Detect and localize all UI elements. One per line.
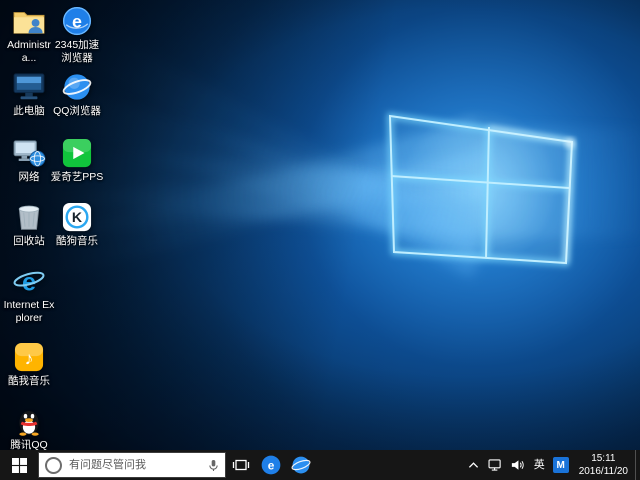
task-view-button[interactable] — [226, 450, 256, 480]
clock-time: 15:11 — [579, 452, 628, 465]
search-input[interactable] — [67, 458, 203, 472]
ime-tray-button[interactable]: M — [550, 450, 572, 480]
kuwo-music-icon: ♪ — [14, 342, 44, 372]
icon-label: 酷狗音乐 — [56, 235, 98, 248]
windows-desktop-screen: Administra... e 2345加速浏览器 — [0, 0, 640, 480]
task-view-icon — [232, 458, 250, 472]
computer-icon — [12, 72, 46, 102]
start-button[interactable] — [0, 450, 38, 480]
icon-label: 回收站 — [13, 235, 45, 248]
2345-browser-icon: e — [62, 6, 92, 36]
ime-icon: M — [553, 457, 569, 473]
desktop-icon-recycle-bin[interactable]: 回收站 — [2, 202, 56, 248]
iqiyi-pps-icon — [62, 138, 92, 168]
kugou-music-icon: K — [62, 202, 92, 232]
taskbar-clock[interactable]: 15:11 2016/11/20 — [572, 452, 635, 478]
recycle-bin-icon — [13, 202, 45, 232]
desktop-icon-internet-explorer[interactable]: e Internet Explorer — [2, 266, 56, 324]
internet-explorer-icon: e — [12, 266, 46, 296]
svg-text:e: e — [268, 458, 275, 472]
network-globe-icon — [12, 138, 46, 168]
speaker-icon — [510, 459, 525, 471]
network-tray-button[interactable] — [485, 450, 507, 480]
microphone-icon[interactable] — [208, 459, 219, 472]
desktop-icon-iqiyi-pps[interactable]: 爱奇艺PPS — [50, 138, 104, 184]
qq-browser-icon — [62, 72, 92, 102]
language-indicator[interactable]: 英 — [529, 450, 550, 480]
taskbar-app-2345-browser[interactable]: e — [256, 450, 286, 480]
windows-logo-icon — [12, 458, 27, 473]
kuwo-glyph: ♪ — [25, 349, 34, 369]
desktop-icon-tencent-qq[interactable]: 腾讯QQ — [2, 406, 56, 452]
icon-label: 此电脑 — [13, 105, 45, 118]
clock-date: 2016/11/20 — [579, 465, 628, 478]
icon-label: 爱奇艺PPS — [51, 171, 104, 184]
desktop-icon-network[interactable]: 网络 — [2, 138, 56, 184]
cortana-icon — [45, 457, 62, 474]
icon-label: 2345加速浏览器 — [50, 39, 104, 64]
desktop-icon-qq-browser[interactable]: QQ浏览器 — [50, 72, 104, 118]
desktop-icon-this-pc[interactable]: 此电脑 — [2, 72, 56, 118]
qq-penguin-icon — [15, 406, 43, 436]
2345-browser-icon: e — [261, 455, 281, 475]
icon-label: 网络 — [19, 171, 40, 184]
volume-tray-button[interactable] — [507, 450, 529, 480]
desktop-icon-kuwo-music[interactable]: ♪ 酷我音乐 — [2, 342, 56, 388]
user-folder-icon — [12, 6, 46, 36]
system-tray: 英 M 15:11 2016/11/20 — [463, 450, 640, 480]
taskbar-search-box[interactable] — [38, 452, 226, 478]
network-icon — [488, 459, 503, 471]
icon-label: Internet Explorer — [2, 299, 56, 324]
icon-label: Administra... — [2, 39, 56, 64]
qq-browser-icon — [291, 455, 311, 475]
hidden-icons-button[interactable] — [463, 450, 485, 480]
taskbar-app-qq-browser[interactable] — [286, 450, 316, 480]
desktop-icon-kugou-music[interactable]: K 酷狗音乐 — [50, 202, 104, 248]
icon-label: 酷我音乐 — [8, 375, 50, 388]
desktop-area[interactable]: Administra... e 2345加速浏览器 — [0, 0, 640, 450]
2345-glyph: e — [72, 12, 82, 32]
kugou-glyph: K — [72, 209, 83, 225]
desktop-icon-administrator[interactable]: Administra... — [2, 6, 56, 64]
icon-label: QQ浏览器 — [53, 105, 101, 118]
chevron-up-icon — [468, 461, 479, 469]
desktop-icon-2345-browser[interactable]: e 2345加速浏览器 — [50, 6, 104, 64]
taskbar: e — [0, 450, 640, 480]
show-desktop-button[interactable] — [635, 450, 640, 480]
